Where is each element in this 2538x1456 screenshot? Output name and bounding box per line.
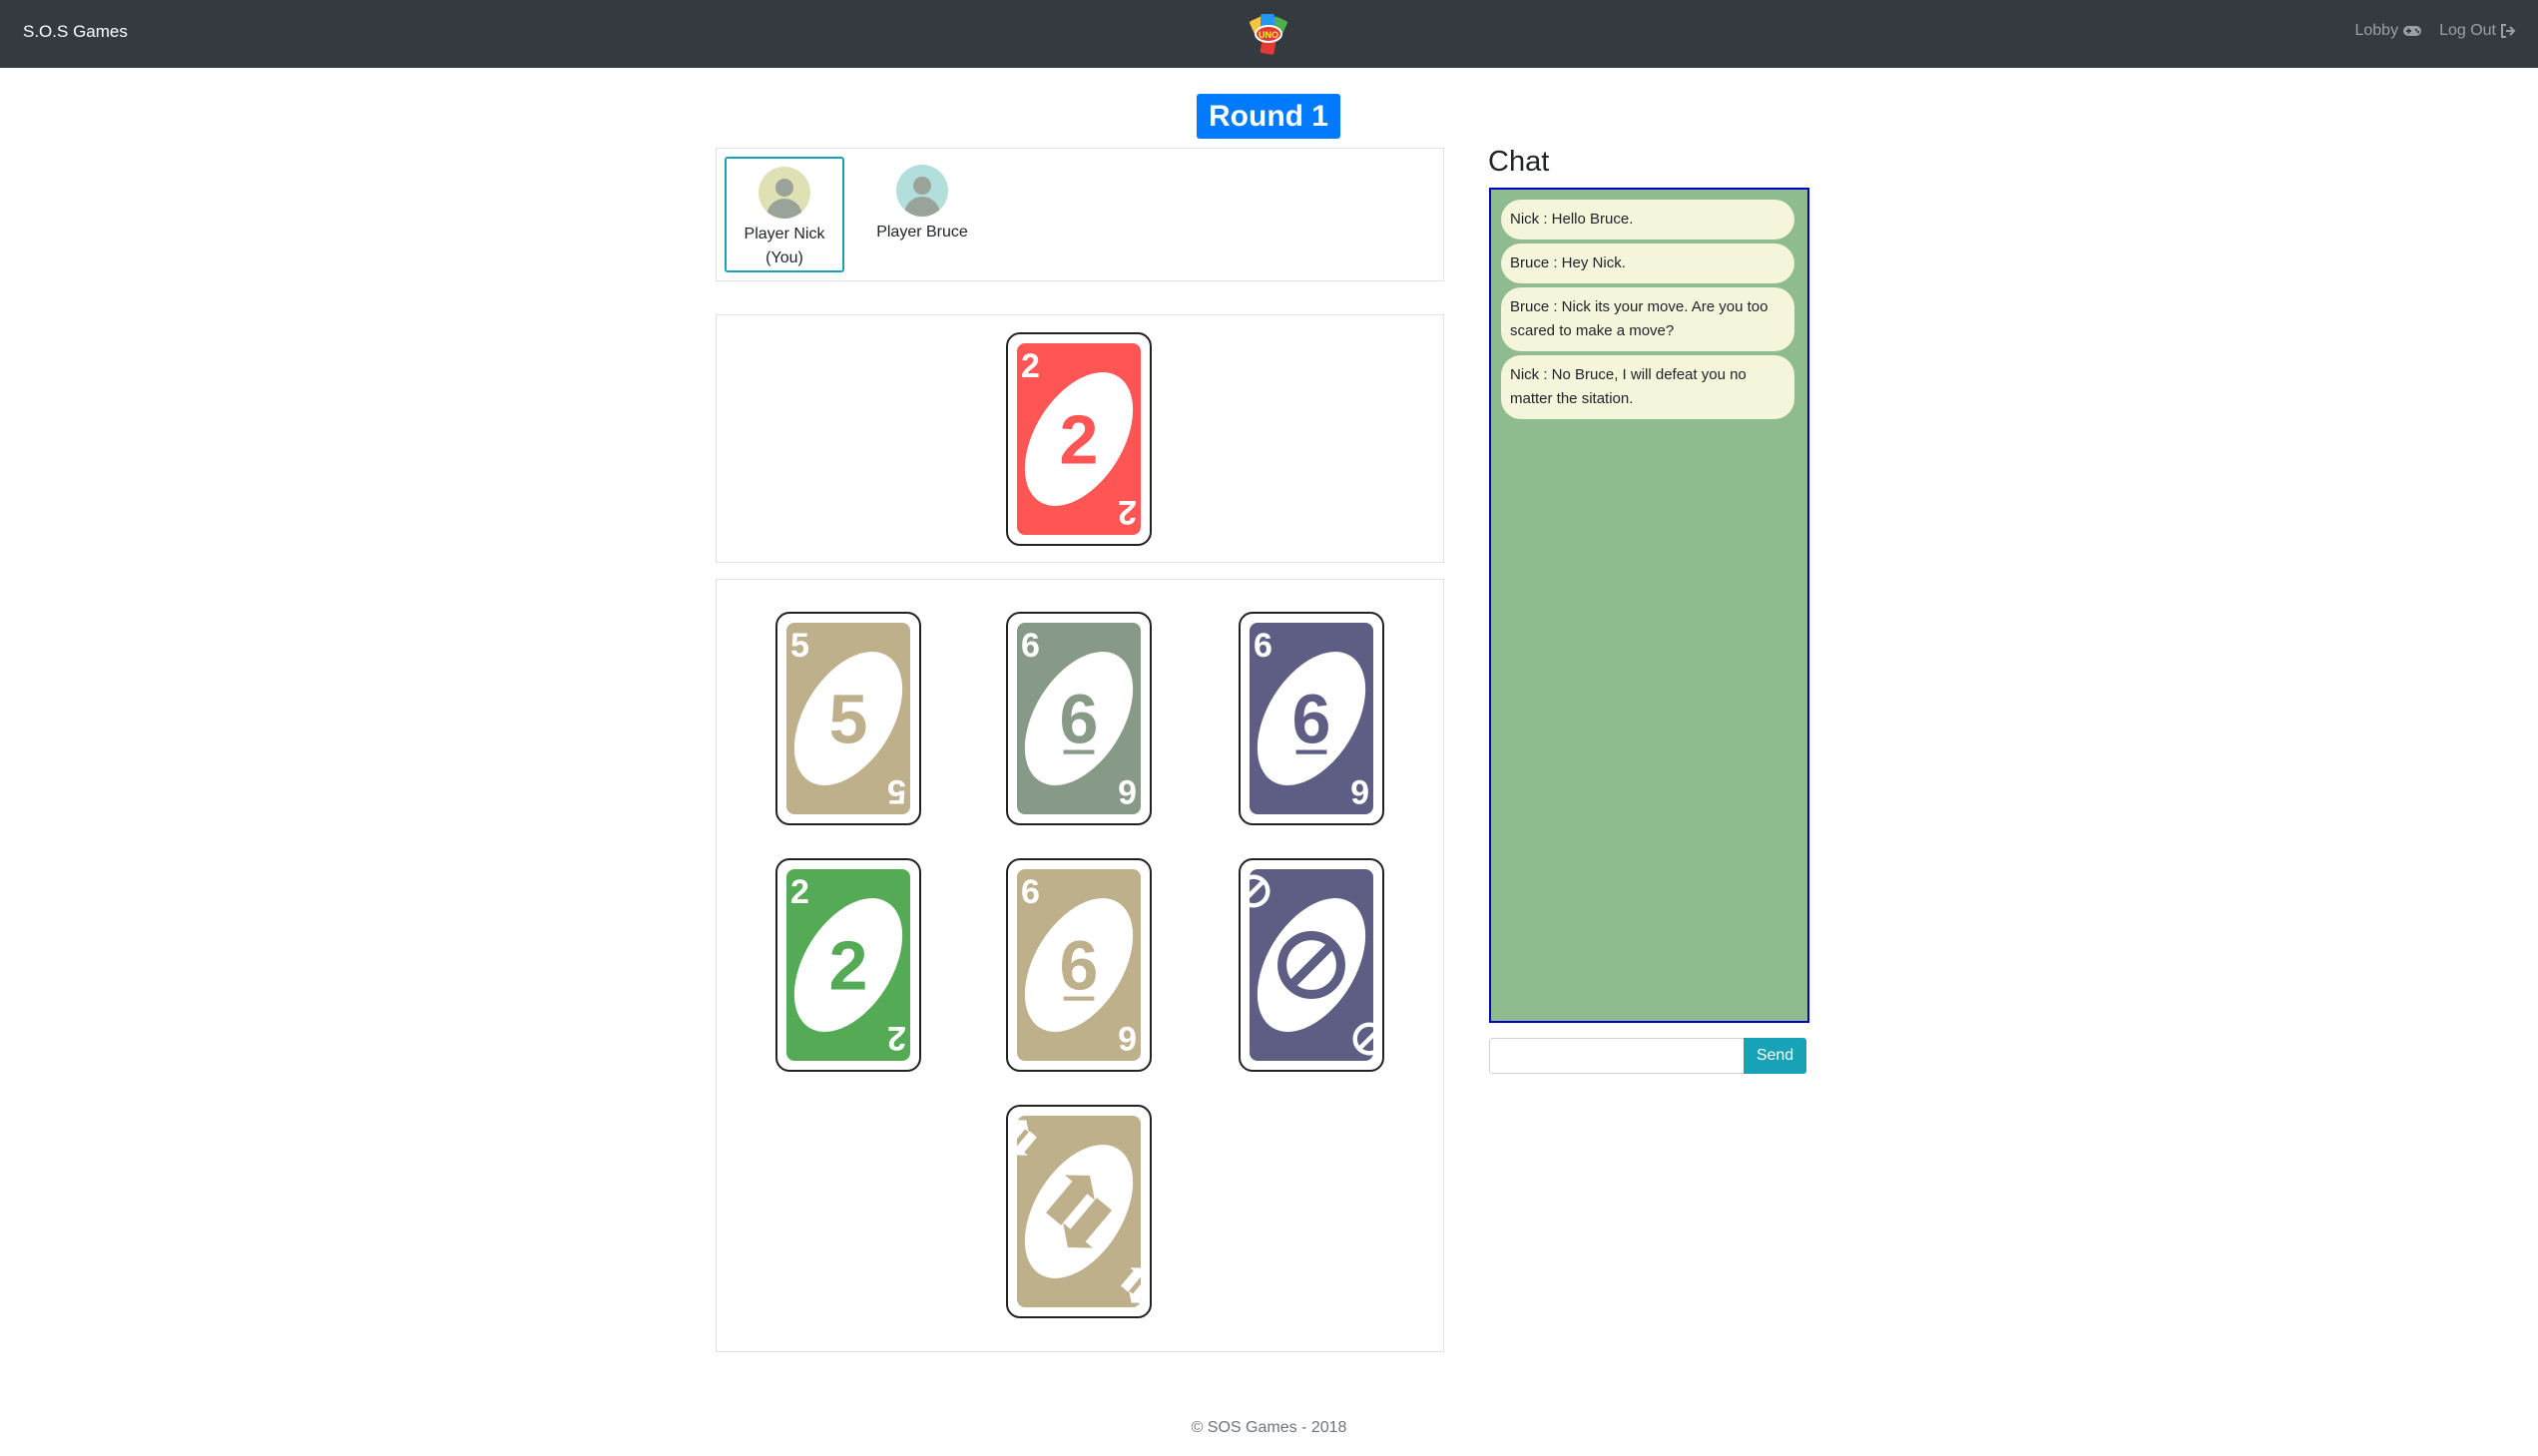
round-badge: Round 1 [1197,94,1340,139]
svg-text:2: 2 [1118,493,1137,531]
gamepad-icon [2403,26,2422,36]
player-name: Player Nick (You) [744,226,825,266]
hand-card[interactable]: 666 [1006,612,1152,825]
hand-card[interactable]: 222 [775,858,921,1072]
svg-text:6: 6 [1118,772,1137,810]
player-hand-panel: 555 666 666 222 666 [716,579,1444,1352]
chat-message: Bruce : Nick its your move. Are you too … [1501,287,1794,351]
send-button[interactable]: Send [1744,1038,1806,1074]
svg-text:2: 2 [829,927,868,1005]
chat-messages: Nick : Hello Bruce. Bruce : Hey Nick. Br… [1489,188,1809,1023]
hand-card[interactable]: 666 [1239,612,1384,825]
svg-text:5: 5 [829,681,868,758]
player-card-nick[interactable]: Player Nick (You) [725,157,844,272]
svg-text:2: 2 [1021,347,1040,385]
chat-message: Nick : Hello Bruce. [1501,200,1794,240]
hand-card[interactable]: 666 [1006,858,1152,1072]
chat-message: Nick : No Bruce, I will defeat you no ma… [1501,355,1794,419]
uno-logo-icon: UNO [1250,14,1287,55]
chat-title: Chat [1488,146,1550,178]
brand-link[interactable]: S.O.S Games [23,22,128,42]
svg-text:6: 6 [1060,927,1099,1005]
players-panel: Player Nick (You) Player Bruce [716,148,1444,281]
avatar-icon [759,167,810,219]
svg-text:6: 6 [1118,1019,1137,1057]
footer-copyright: © SOS Games - 2018 [1191,1419,1347,1436]
svg-text:6: 6 [1254,627,1272,665]
svg-text:6: 6 [1021,627,1040,665]
player-card-bruce[interactable]: Player Bruce [862,157,982,272]
svg-text:5: 5 [790,627,809,665]
svg-text:2: 2 [1060,401,1099,479]
logout-link[interactable]: Log Out [2439,22,2516,40]
chat-message: Bruce : Hey Nick. [1501,243,1794,283]
svg-text:6: 6 [1350,772,1369,810]
svg-text:2: 2 [887,1019,906,1057]
top-navbar: S.O.S Games UNO Lobby Log Out [0,0,2538,68]
player-name: Player Bruce [876,224,968,241]
chat-input[interactable] [1489,1038,1745,1074]
svg-text:5: 5 [887,772,906,810]
avatar-icon [896,165,948,217]
svg-text:UNO: UNO [1259,30,1278,40]
svg-text:2: 2 [790,873,809,911]
svg-text:6: 6 [1060,681,1099,758]
discard-pile-panel: 222 [716,314,1444,563]
svg-text:6: 6 [1021,873,1040,911]
svg-text:6: 6 [1292,681,1331,758]
lobby-label: Lobby [2354,22,2399,39]
hand-card[interactable]: 555 [775,612,921,825]
sign-out-icon [2501,24,2516,38]
hand-card[interactable] [1239,858,1384,1072]
logout-label: Log Out [2439,22,2496,39]
hand-card[interactable] [1006,1105,1152,1318]
lobby-link[interactable]: Lobby [2354,22,2422,40]
discard-top-card: 222 [1006,332,1152,546]
